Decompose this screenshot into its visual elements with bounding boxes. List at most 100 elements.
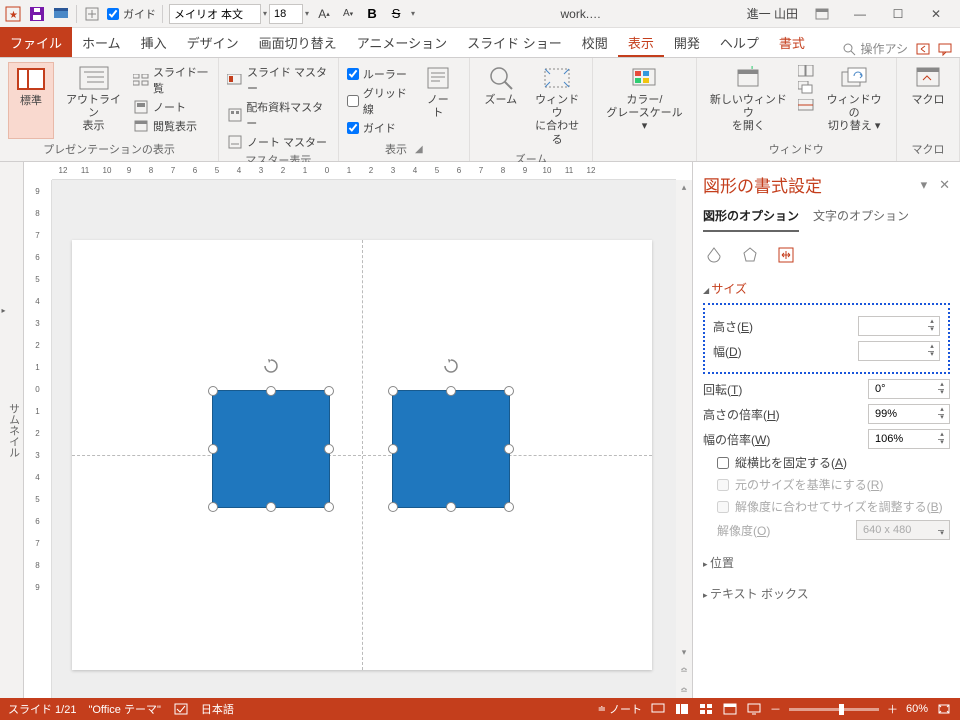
position-section-header[interactable]: 位置 [703, 554, 950, 571]
width-spinner[interactable]: ▴▾ [858, 341, 940, 361]
tab-view[interactable]: 表示 [618, 27, 664, 57]
vertical-scrollbar[interactable]: ▴ ▾ ≏ ≏ [676, 180, 692, 698]
notes-master-button[interactable]: ノート マスター [227, 134, 330, 150]
shrink-font-icon[interactable]: A▾ [339, 5, 357, 23]
fill-line-tab-icon[interactable] [703, 244, 725, 266]
notes-page-button[interactable]: ノート [133, 99, 210, 115]
zoom-button[interactable]: ズーム [478, 62, 524, 149]
slide[interactable] [72, 240, 652, 670]
cascade-button[interactable] [798, 81, 814, 95]
shape-rectangle-2[interactable] [392, 390, 510, 508]
ribbon-options-icon[interactable] [808, 4, 836, 24]
rotation-spinner[interactable]: 0°▴▾ [868, 379, 950, 399]
tab-help[interactable]: ヘルプ [710, 27, 769, 57]
svg-text:★: ★ [9, 10, 18, 21]
font-name-combo[interactable] [169, 4, 261, 24]
fit-window-button[interactable]: ウィンドウ に合わせる [530, 62, 585, 149]
guides-checkbox[interactable]: ガイド [347, 120, 409, 136]
reading-view-button[interactable]: 閲覧表示 [133, 118, 210, 134]
theme-indicator: "Office テーマ" [88, 701, 160, 717]
textbox-section-header[interactable]: テキスト ボックス [703, 585, 950, 602]
slide-sorter-button[interactable]: スライド一覧 [133, 64, 210, 96]
rotate-handle-icon[interactable] [442, 357, 460, 375]
fit-to-window-icon[interactable] [936, 702, 952, 716]
relative-original-checkbox: 元のサイズを基準にする(R) [717, 476, 950, 493]
font-size-combo[interactable] [269, 4, 303, 24]
handout-master-button[interactable]: 配布資料マスター [227, 99, 330, 131]
size-tab-icon[interactable] [775, 244, 797, 266]
zoom-out-button[interactable]: － [770, 701, 781, 717]
qat-btn[interactable] [52, 5, 70, 23]
scale-width-spinner[interactable]: 106%▴▾ [868, 429, 950, 449]
new-window-button[interactable]: + 新しいウィンドウ を開く [705, 62, 793, 139]
dialog-launcher-icon[interactable]: ◢ [415, 144, 423, 155]
zoom-slider[interactable] [789, 708, 879, 711]
tab-review[interactable]: 校閲 [572, 27, 618, 57]
tell-me-search[interactable]: 操作アシ [842, 40, 908, 57]
strike-icon[interactable]: S [387, 5, 405, 23]
tab-design[interactable]: デザイン [177, 27, 249, 57]
gridlines-checkbox[interactable]: グリッド線 [347, 85, 409, 117]
pane-options-icon[interactable]: ▾ [921, 177, 928, 193]
sorter-view-icon[interactable] [698, 702, 714, 716]
rotation-label: 回転(T) [703, 381, 868, 398]
slide-counter[interactable]: スライド 1/21 [8, 701, 76, 717]
tab-animations[interactable]: アニメーション [347, 27, 457, 57]
shape-rectangle-1[interactable] [212, 390, 330, 508]
scale-height-label: 高さの倍率(H) [703, 406, 868, 423]
outline-view-button[interactable]: アウトライン 表示 [60, 62, 127, 139]
zoom-in-button[interactable]: ＋ [887, 701, 898, 717]
normal-view-icon[interactable] [674, 702, 690, 716]
notes-toggle[interactable]: ≐ノート [598, 701, 642, 717]
tab-format[interactable]: 書式 [769, 27, 815, 57]
color-grayscale-button[interactable]: カラー/ グレースケール ▾ [601, 62, 687, 155]
group-window: ウィンドウ [705, 139, 888, 159]
language-indicator[interactable]: 日本語 [201, 701, 234, 717]
match-resolution-checkbox: 解像度に合わせてサイズを調整する(B) [717, 498, 950, 515]
tab-home[interactable]: ホーム [72, 27, 131, 57]
slide-master-button[interactable]: スライド マスター [227, 64, 330, 96]
thumbnail-strip[interactable]: ▸ サムネイル [0, 162, 24, 698]
scale-height-spinner[interactable]: 99%▴▾ [868, 404, 950, 424]
rotate-handle-icon[interactable] [262, 357, 280, 375]
pane-tab-shape-options[interactable]: 図形のオプション [703, 207, 799, 232]
arrange-all-button[interactable] [798, 64, 814, 78]
lock-aspect-checkbox[interactable]: 縦横比を固定する(A) [717, 454, 950, 471]
bold-icon[interactable]: B [363, 5, 381, 23]
window-title: work.… [421, 7, 741, 21]
pane-close-icon[interactable]: ✕ [939, 177, 950, 193]
slideshow-view-icon[interactable] [746, 702, 762, 716]
minimize-icon[interactable]: — [846, 4, 874, 24]
slide-canvas[interactable] [52, 180, 676, 698]
pane-title: 図形の書式設定 [703, 172, 822, 197]
normal-view-button[interactable]: 標準 [8, 62, 54, 139]
share-icon[interactable] [916, 42, 930, 56]
comments-icon[interactable] [938, 42, 952, 56]
tab-developer[interactable]: 開発 [664, 27, 710, 57]
pane-tab-text-options[interactable]: 文字のオプション [813, 207, 909, 232]
switch-windows-button[interactable]: ウィンドウの 切り替え ▾ [820, 62, 888, 139]
split-button[interactable] [798, 98, 814, 112]
qat-btn2[interactable] [83, 5, 101, 23]
guide-vertical[interactable] [362, 240, 363, 670]
spellcheck-icon[interactable] [173, 702, 189, 716]
notes-button[interactable]: ノー ト [415, 62, 461, 139]
save-icon[interactable] [28, 5, 46, 23]
tab-insert[interactable]: 挿入 [131, 27, 177, 57]
effects-tab-icon[interactable] [739, 244, 761, 266]
zoom-level[interactable]: 60% [906, 703, 928, 715]
grow-font-icon[interactable]: A▴ [315, 5, 333, 23]
macros-button[interactable]: マクロ [905, 62, 951, 139]
guides-toggle[interactable]: ガイド [107, 6, 156, 22]
maximize-icon[interactable]: ☐ [884, 4, 912, 24]
tab-transitions[interactable]: 画面切り替え [249, 27, 347, 57]
reading-view-icon[interactable] [722, 702, 738, 716]
close-icon[interactable]: ✕ [922, 4, 950, 24]
size-section-header[interactable]: サイズ [703, 280, 950, 297]
tab-slideshow[interactable]: スライド ショー [457, 27, 572, 57]
tab-file[interactable]: ファイル [0, 27, 72, 57]
height-spinner[interactable]: ▴▾ [858, 316, 940, 336]
ruler-checkbox[interactable]: ルーラー [347, 66, 409, 82]
comments-status-icon[interactable] [650, 702, 666, 716]
height-label: 高さ(E) [713, 318, 858, 335]
